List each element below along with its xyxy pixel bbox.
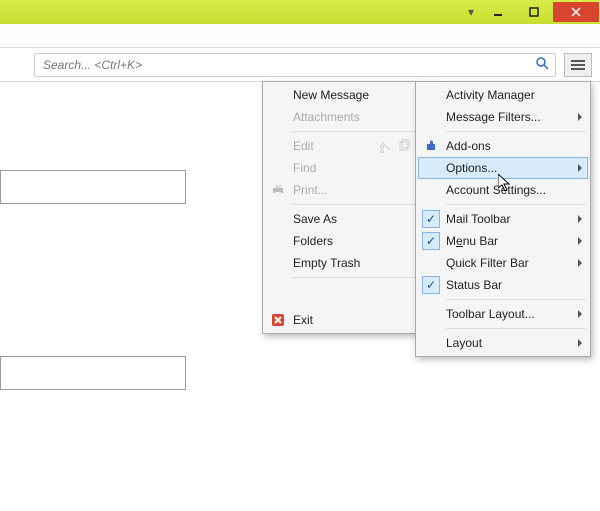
check-icon: ✓ [422,210,440,228]
chevron-right-icon [578,339,582,347]
hamburger-icon [571,60,585,70]
titlebar-dropdown-icon[interactable]: ▾ [468,5,474,19]
menu-separator [293,204,433,205]
check-icon: ✓ [422,232,440,250]
menu-new-message[interactable]: New Message [265,84,435,106]
exit-icon [269,311,287,329]
menu-separator [446,299,586,300]
menu-options[interactable]: Options... [418,157,588,179]
menu-empty-trash[interactable]: Empty Trash [265,252,435,274]
close-window-button[interactable] [553,2,599,22]
copy-icon [397,139,411,153]
cut-icon [379,139,393,153]
menu-mail-toolbar[interactable]: ✓ Mail Toolbar [418,208,588,230]
content-panel [0,170,186,204]
menu-addons[interactable]: Add-ons [418,135,588,157]
menu-separator [446,131,586,132]
minimize-button[interactable] [481,2,515,22]
chevron-right-icon [578,164,582,172]
menu-save-as[interactable]: Save As [265,208,435,230]
menu-separator [446,204,586,205]
maximize-button[interactable] [517,2,551,22]
content-panel [0,356,186,390]
menu-separator [293,131,433,132]
menu-menu-bar[interactable]: ✓ Menu Bar [418,230,588,252]
menu-attachments: Attachments [265,106,435,128]
check-icon: ✓ [422,276,440,294]
menu-bar-label: Menu Bar [446,234,572,248]
menu-find: Find [265,157,435,179]
search-input[interactable] [41,57,531,73]
menu-quick-filter-bar[interactable]: Quick Filter Bar [418,252,588,274]
menu-edit: Edit [265,135,435,157]
menu-account-settings[interactable]: Account Settings... [418,179,588,201]
puzzle-icon [422,137,440,155]
chevron-right-icon [578,259,582,267]
menu-status-bar[interactable]: ✓ Status Bar [418,274,588,296]
chevron-right-icon [578,113,582,121]
app-menu-button[interactable] [564,53,592,77]
tab-bar [0,24,600,48]
menu-separator [446,328,586,329]
menu-message-filters[interactable]: Message Filters... [418,106,588,128]
menu-separator [293,277,433,278]
app-menu: New Message Attachments Edit Find Print.… [262,81,438,334]
menu-folders[interactable]: Folders [265,230,435,252]
menu-print: Print... [265,179,435,201]
global-search[interactable] [34,53,556,77]
app-submenu: Activity Manager Message Filters... Add-… [415,81,591,357]
chevron-right-icon [578,310,582,318]
menu-layout[interactable]: Layout [418,332,588,354]
title-bar: ▾ [0,0,600,24]
menu-activity-manager[interactable]: Activity Manager [418,84,588,106]
menu-exit[interactable]: Exit [265,309,435,331]
chevron-right-icon [578,215,582,223]
printer-icon [269,181,287,199]
menu-toolbar-layout[interactable]: Toolbar Layout... [418,303,588,325]
search-icon[interactable] [535,56,549,73]
toolbar [0,48,600,82]
chevron-right-icon [578,237,582,245]
